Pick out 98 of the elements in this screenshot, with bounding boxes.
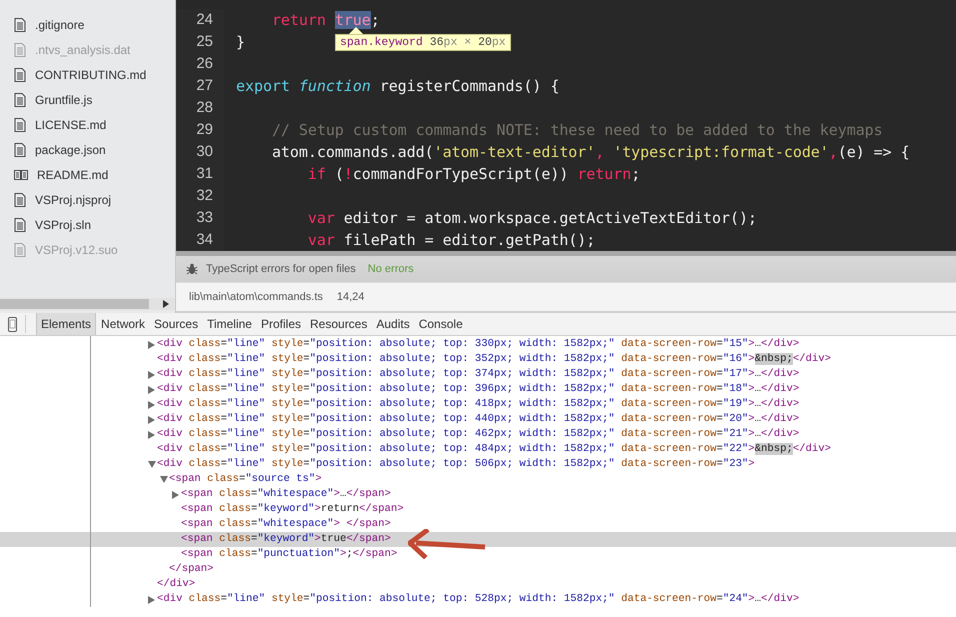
file-name[interactable]: VSProj.sln	[35, 218, 92, 232]
line-number: 30	[196, 142, 213, 162]
expand-triangle-icon[interactable]	[148, 416, 155, 424]
code-token: var	[308, 231, 335, 249]
file-name[interactable]: Gruntfile.js	[35, 92, 92, 106]
tooltip-pointer-icon	[349, 27, 363, 34]
expand-triangle-icon[interactable]	[172, 490, 179, 498]
book-icon	[14, 168, 28, 180]
file-name[interactable]: LICENSE.md	[35, 118, 106, 132]
highlighted-code-token: true	[334, 11, 371, 29]
dom-node[interactable]: <div class="line" style="position: absolute; top: 462px; width: 1582px;" data-screen-row="21">…</div>	[157, 427, 800, 442]
dom-node[interactable]: <span class="keyword">return</span>	[181, 502, 404, 517]
dom-node[interactable]: <div class="line" style="position: absolute; top: 506px; width: 1582px;" data-screen-row="23">	[157, 457, 755, 472]
line-number: 25	[196, 32, 213, 52]
code-token: filePath = editor.getPath();	[344, 231, 596, 249]
expand-triangle-icon[interactable]	[148, 400, 155, 408]
closing-tag: </div>	[157, 577, 196, 592]
line-number: 24	[196, 10, 213, 30]
code-token: !	[344, 165, 353, 183]
code-token: atom.commands.add(	[272, 143, 434, 161]
file-icon	[14, 192, 26, 206]
file-icon	[14, 218, 26, 232]
scroll-right-icon[interactable]	[163, 300, 169, 308]
expand-triangle-icon[interactable]	[148, 596, 155, 604]
file-icon	[14, 142, 26, 156]
code-token: commandForTypeScript(e))	[352, 165, 570, 183]
dom-node[interactable]: <div class="line" style="position: absolute; top: 528px; width: 1582px;" data-screen-row="24">…</div>	[157, 592, 800, 607]
dom-node[interactable]: <div class="line" style="position: absolute; top: 440px; width: 1582px;" data-screen-row="20">…</div>	[157, 412, 800, 427]
dom-node[interactable]: <span class="whitespace">…</span>	[181, 487, 391, 502]
dom-node[interactable]: <div class="line" style="position: absolute; top: 374px; width: 1582px;" data-screen-row="17">…</div>	[157, 367, 800, 382]
dom-node[interactable]: <div class="line" style="position: absolute; top: 396px; width: 1582px;" data-screen-row="18">…</div>	[157, 382, 800, 397]
file-path[interactable]: lib\main\atom\commands.ts	[189, 291, 323, 303]
devtools-tab[interactable]: Console	[414, 313, 467, 335]
devtools-tab[interactable]: Network	[97, 313, 150, 335]
file-icon	[14, 118, 26, 132]
devtools-tab[interactable]: Resources	[306, 313, 372, 335]
bug-icon	[186, 263, 198, 275]
dom-node[interactable]: <div class="line" style="position: absolute; top: 484px; width: 1582px;" data-screen-row="22">&nbsp;</div>	[157, 442, 831, 457]
file-name[interactable]: .gitignore	[35, 18, 84, 32]
dom-node[interactable]: <span class="whitespace"> </span>	[181, 517, 391, 532]
dom-node[interactable]: <div class="line" style="position: absolute; top: 352px; width: 1582px;" data-screen-row="16">&nbsp;</div>	[157, 352, 831, 367]
file-icon	[14, 242, 26, 256]
devtools-tab[interactable]: Audits	[372, 313, 414, 335]
collapse-triangle-icon[interactable]	[160, 476, 168, 483]
line-number: 27	[196, 76, 213, 96]
error-status: No errors	[368, 263, 414, 275]
expand-triangle-icon[interactable]	[148, 370, 155, 378]
cursor-position[interactable]: 14,24	[336, 291, 364, 303]
dom-node[interactable]: <div class="line" style="position: absolute; top: 418px; width: 1582px;" data-screen-row="19">…</div>	[157, 397, 800, 412]
code-token: ,	[595, 143, 604, 161]
line-number: 31	[196, 164, 213, 184]
expand-triangle-icon[interactable]	[148, 386, 155, 394]
expand-triangle-icon[interactable]	[148, 340, 155, 348]
code-token: return	[577, 165, 632, 183]
file-icon	[14, 68, 26, 82]
dom-node[interactable]: <span class="source ts">	[169, 472, 322, 487]
code-token: 'typescript:format-code'	[613, 143, 829, 161]
file-icon	[14, 42, 26, 56]
code-token: export	[236, 77, 290, 95]
file-name[interactable]: CONTRIBUTING.md	[35, 68, 146, 82]
errors-panel-title: TypeScript errors for open files	[206, 263, 356, 275]
dom-node[interactable]: <div class="line" style="position: absolute; top: 330px; width: 1582px;" data-screen-row="15">…</div>	[157, 337, 800, 352]
line-number: 26	[196, 54, 213, 74]
devtools-tab[interactable]: Timeline	[203, 313, 256, 335]
code-token: (e) => {	[838, 143, 910, 161]
code-token: ,	[828, 143, 838, 161]
devtools-tab[interactable]: Profiles	[256, 313, 305, 335]
code-token: }	[236, 33, 245, 51]
line-number: 34	[196, 230, 213, 250]
code-token: function	[298, 77, 371, 95]
code-token: return	[272, 11, 326, 29]
line-number: 33	[196, 208, 213, 228]
code-token: (	[334, 165, 344, 183]
line-number: 32	[196, 186, 213, 206]
file-icon	[14, 92, 26, 106]
code-token: editor = atom.workspace.getActiveTextEditor();	[344, 209, 757, 227]
file-name[interactable]: README.md	[37, 168, 108, 182]
collapse-triangle-icon[interactable]	[148, 461, 156, 468]
code-token: registerCommands() {	[380, 77, 560, 95]
closing-tag: </span>	[169, 562, 214, 577]
code-token: ;	[370, 11, 380, 29]
code-token: ;	[631, 165, 640, 183]
file-name[interactable]: VSProj.njsproj	[35, 192, 112, 206]
dom-node[interactable]: <span class="punctuation">;</span>	[181, 547, 398, 562]
code-token: if	[308, 165, 326, 183]
devtools-tab[interactable]: Sources	[150, 313, 202, 335]
code-token: var	[308, 209, 335, 227]
expand-triangle-icon[interactable]	[148, 430, 155, 438]
line-number: 29	[196, 120, 213, 140]
mobile-device-icon[interactable]	[8, 316, 17, 332]
line-number: 28	[196, 98, 213, 118]
devtools-tab[interactable]: Elements	[36, 313, 96, 335]
scrollbar-thumb[interactable]	[0, 299, 149, 309]
file-icon	[14, 18, 26, 32]
code-token: 'atom-text-editor'	[434, 143, 596, 161]
element-size-tooltip: span.keyword 36px × 20px	[335, 27, 511, 51]
code-token: // Setup custom commands NOTE: these need to be added to the keymaps	[272, 121, 883, 139]
file-name[interactable]: package.json	[35, 142, 106, 156]
